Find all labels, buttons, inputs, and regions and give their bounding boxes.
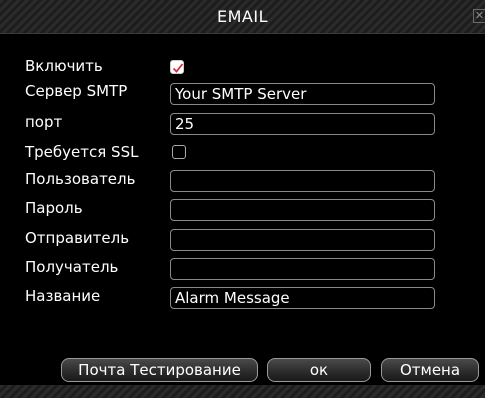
footer-strip: [0, 385, 485, 398]
enable-label: Включить: [25, 57, 103, 75]
ssl-label: Требуется SSL: [25, 143, 139, 161]
sender-input[interactable]: [170, 229, 435, 251]
user-input[interactable]: [170, 170, 435, 192]
smtp-server-label: Сервер SMTP: [25, 82, 128, 100]
title-bar: EMAIL ✕: [0, 0, 485, 34]
receiver-label: Получатель: [25, 258, 119, 276]
smtp-server-input[interactable]: Your SMTP Server: [170, 83, 435, 105]
ok-button[interactable]: ок: [267, 358, 371, 382]
subject-input[interactable]: Alarm Message: [170, 287, 435, 309]
close-icon[interactable]: ✕: [473, 9, 485, 23]
ssl-checkbox[interactable]: [172, 145, 186, 159]
test-mail-button[interactable]: Почта Тестирование: [61, 358, 258, 382]
password-label: Пароль: [25, 199, 83, 217]
enable-checkbox[interactable]: [170, 60, 184, 74]
checkmark-icon: [172, 63, 184, 73]
window-title: EMAIL: [217, 7, 268, 26]
receiver-input[interactable]: [170, 258, 435, 280]
password-input[interactable]: [170, 199, 435, 221]
port-label: порт: [25, 113, 63, 131]
subject-label: Название: [25, 287, 101, 305]
cancel-button[interactable]: Отмена: [381, 358, 479, 382]
user-label: Пользователь: [25, 170, 136, 188]
port-input[interactable]: 25: [170, 113, 435, 135]
sender-label: Отправитель: [25, 229, 130, 247]
